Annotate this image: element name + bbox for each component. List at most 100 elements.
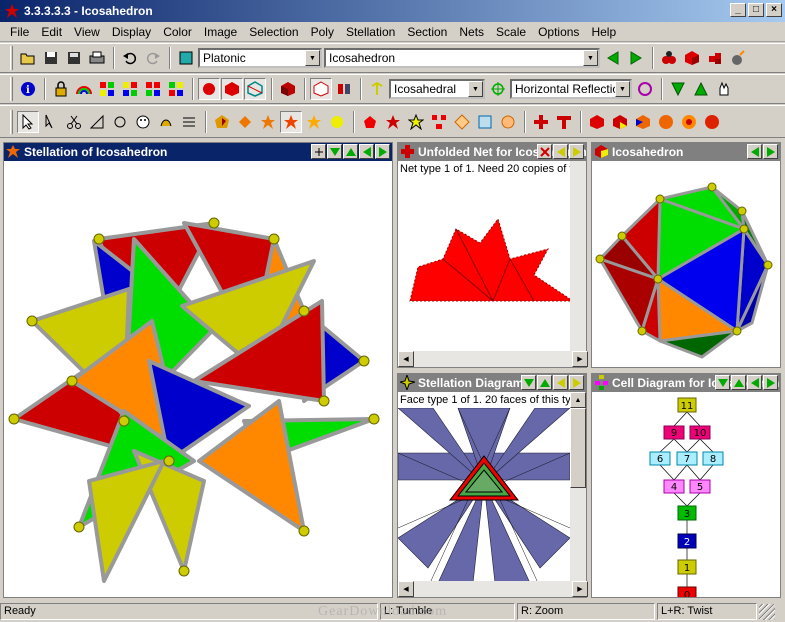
menu-image[interactable]: Image <box>198 25 243 39</box>
net-star-icon[interactable] <box>405 111 427 133</box>
next-arrow-icon[interactable] <box>375 144 390 159</box>
previous-arrow-icon[interactable] <box>747 375 762 390</box>
poly-mix-icon[interactable] <box>609 111 631 133</box>
redo-icon[interactable] <box>142 47 164 69</box>
menu-options[interactable]: Options <box>532 25 585 39</box>
color-grid-4-icon[interactable] <box>165 78 187 100</box>
shaded-cube-icon[interactable] <box>277 78 299 100</box>
library-icon[interactable] <box>175 47 197 69</box>
transparent-cube-icon[interactable] <box>310 78 332 100</box>
cube-red-icon[interactable] <box>681 47 703 69</box>
molecule-icon[interactable] <box>658 47 680 69</box>
menu-display[interactable]: Display <box>106 25 157 39</box>
bomb-icon[interactable] <box>727 47 749 69</box>
color-grid-2-icon[interactable] <box>119 78 141 100</box>
stellate-6-icon[interactable] <box>326 111 348 133</box>
print-icon[interactable] <box>86 47 108 69</box>
next-arrow-icon[interactable] <box>763 144 778 159</box>
wireframe-icon[interactable] <box>244 78 266 100</box>
cross-icon[interactable] <box>530 111 552 133</box>
cubes-icon[interactable] <box>704 47 726 69</box>
next-arrow-icon[interactable] <box>625 47 647 69</box>
menu-file[interactable]: File <box>4 25 35 39</box>
tool-diamond-icon[interactable] <box>451 111 473 133</box>
up-triangle-icon[interactable] <box>731 375 746 390</box>
rainbow-icon[interactable] <box>73 78 95 100</box>
undo-icon[interactable] <box>119 47 141 69</box>
poly-orange-2-icon[interactable] <box>678 111 700 133</box>
stellate-3-icon[interactable] <box>257 111 279 133</box>
symmetry-icon[interactable] <box>366 78 388 100</box>
pentagon-icon[interactable] <box>359 111 381 133</box>
save-icon[interactable] <box>40 47 62 69</box>
chevron-down-icon[interactable]: ▼ <box>305 50 320 66</box>
menu-view[interactable]: View <box>68 25 106 39</box>
net-hscroll[interactable]: ◀ ▶ <box>398 351 588 367</box>
menu-color[interactable]: Color <box>157 25 198 39</box>
chevron-down-icon[interactable]: ▼ <box>615 81 630 97</box>
down-triangle-icon[interactable] <box>667 78 689 100</box>
menu-edit[interactable]: Edit <box>35 25 68 39</box>
family-select[interactable]: Platonic ▼ <box>198 48 322 68</box>
down-triangle-icon[interactable] <box>521 375 536 390</box>
crosshair-icon[interactable] <box>487 78 509 100</box>
select-arrow-icon[interactable] <box>40 111 62 133</box>
poly-select[interactable]: Icosahedron ▼ <box>324 48 600 68</box>
tool-circle-icon[interactable] <box>497 111 519 133</box>
chevron-down-icon[interactable]: ▼ <box>583 50 598 66</box>
previous-arrow-icon[interactable] <box>553 144 568 159</box>
scroll-left-icon[interactable]: ◀ <box>398 581 414 597</box>
menu-scale[interactable]: Scale <box>490 25 532 39</box>
scroll-left-icon[interactable]: ◀ <box>398 351 414 367</box>
close-button[interactable]: × <box>766 3 782 17</box>
stellate-1-icon[interactable] <box>211 111 233 133</box>
stellate-5-icon[interactable] <box>303 111 325 133</box>
info-icon[interactable]: i <box>17 78 39 100</box>
down-triangle-icon[interactable] <box>715 375 730 390</box>
menu-nets[interactable]: Nets <box>453 25 490 39</box>
network-icon[interactable] <box>428 111 450 133</box>
previous-arrow-icon[interactable] <box>553 375 568 390</box>
next-arrow-icon[interactable] <box>763 375 778 390</box>
hand-icon[interactable] <box>713 78 735 100</box>
down-triangle-icon[interactable] <box>327 144 342 159</box>
scroll-up-icon[interactable]: ▲ <box>570 392 586 408</box>
stellate-2-icon[interactable] <box>234 111 256 133</box>
up-triangle-icon[interactable] <box>343 144 358 159</box>
scissors-icon[interactable] <box>63 111 85 133</box>
tool-7-icon[interactable] <box>155 111 177 133</box>
next-arrow-icon[interactable] <box>569 144 584 159</box>
icosahedron-render[interactable] <box>592 161 780 367</box>
up-triangle-icon[interactable] <box>690 78 712 100</box>
previous-arrow-icon[interactable] <box>747 144 762 159</box>
t-shape-icon[interactable] <box>553 111 575 133</box>
poly-red-icon[interactable] <box>586 111 608 133</box>
net-vscroll[interactable] <box>570 161 586 351</box>
poly-orange-icon[interactable] <box>655 111 677 133</box>
next-arrow-icon[interactable] <box>569 375 584 390</box>
previous-arrow-icon[interactable] <box>602 47 624 69</box>
resize-grip-icon[interactable] <box>759 603 775 620</box>
reset-view-icon[interactable] <box>311 144 326 159</box>
triangle-ruler-icon[interactable] <box>86 111 108 133</box>
up-triangle-icon[interactable] <box>537 375 552 390</box>
tool-square-icon[interactable] <box>474 111 496 133</box>
faces-icon[interactable] <box>198 78 220 100</box>
scroll-right-icon[interactable]: ▶ <box>572 351 588 367</box>
minimize-button[interactable]: _ <box>730 3 746 17</box>
chevron-down-icon[interactable]: ▼ <box>468 81 483 97</box>
poly-red-2-icon[interactable] <box>701 111 723 133</box>
tool-5-icon[interactable] <box>109 111 131 133</box>
lock-icon[interactable] <box>50 78 72 100</box>
split-cube-icon[interactable] <box>333 78 355 100</box>
stellate-4-icon[interactable] <box>280 110 302 133</box>
close-icon[interactable] <box>537 144 552 159</box>
menu-stellation[interactable]: Stellation <box>340 25 401 39</box>
previous-arrow-icon[interactable] <box>359 144 374 159</box>
symmetry-select[interactable]: Icosahedral ▼ <box>389 79 485 99</box>
tool-6-icon[interactable] <box>132 111 154 133</box>
scroll-right-icon[interactable]: ▶ <box>572 581 588 597</box>
pointer-icon[interactable] <box>17 110 39 133</box>
menu-selection[interactable]: Selection <box>243 25 304 39</box>
solid-cube-icon[interactable] <box>221 78 243 100</box>
